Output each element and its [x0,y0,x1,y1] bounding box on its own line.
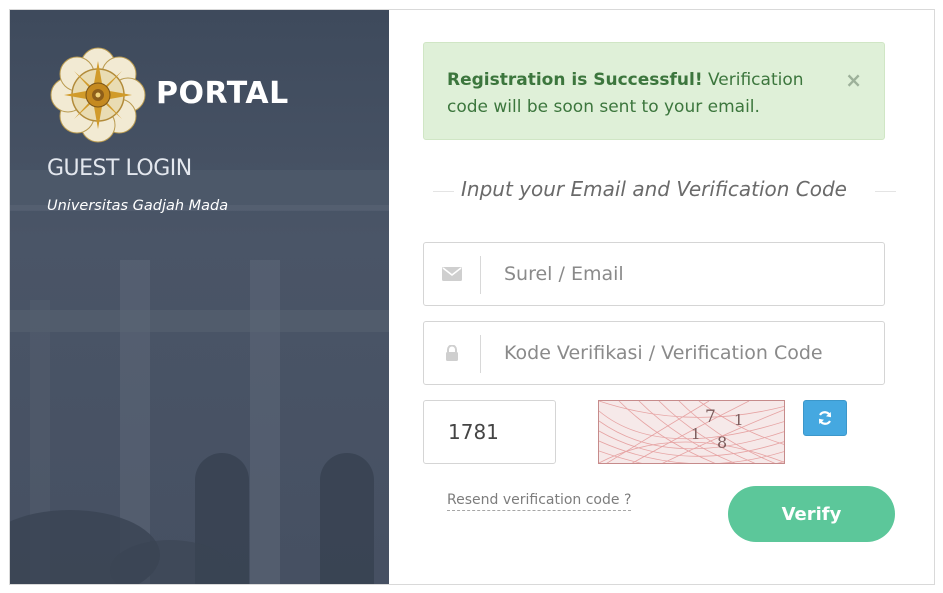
alert-strong-text: Registration is Successful! [447,70,703,90]
captcha-char: 8 [717,433,728,452]
brand-panel: PORTAL GUEST LOGIN Universitas Gadjah Ma… [10,10,389,584]
institution-name: Universitas Gadjah Mada [47,198,229,214]
verification-code-input[interactable] [504,322,874,384]
email-field [423,242,885,306]
captcha-image: 1 7 1 8 [598,400,785,464]
login-card: PORTAL GUEST LOGIN Universitas Gadjah Ma… [9,9,935,585]
lock-icon [424,322,480,384]
ugm-seal-icon [50,47,146,143]
field-separator [480,335,481,373]
form-heading: Input your Email and Verification Code [461,177,847,201]
email-input[interactable] [504,243,874,305]
refresh-icon [818,411,832,425]
captcha-char: 1 [691,425,701,443]
success-alert: Registration is Successful! Verification… [423,42,885,140]
guest-login-label: GUEST LOGIN [47,156,192,181]
portal-title: PORTAL [156,76,289,111]
close-icon[interactable]: × [845,67,862,94]
captcha-char: 1 [734,411,744,429]
captcha-char: 7 [705,407,716,427]
envelope-icon [424,243,480,305]
verify-button[interactable]: Verify [728,486,895,542]
captcha-input[interactable] [423,400,556,464]
field-separator [480,256,481,294]
resend-code-link[interactable]: Resend verification code ? [447,492,632,511]
refresh-captcha-button[interactable] [803,400,847,436]
verification-code-field [423,321,885,385]
